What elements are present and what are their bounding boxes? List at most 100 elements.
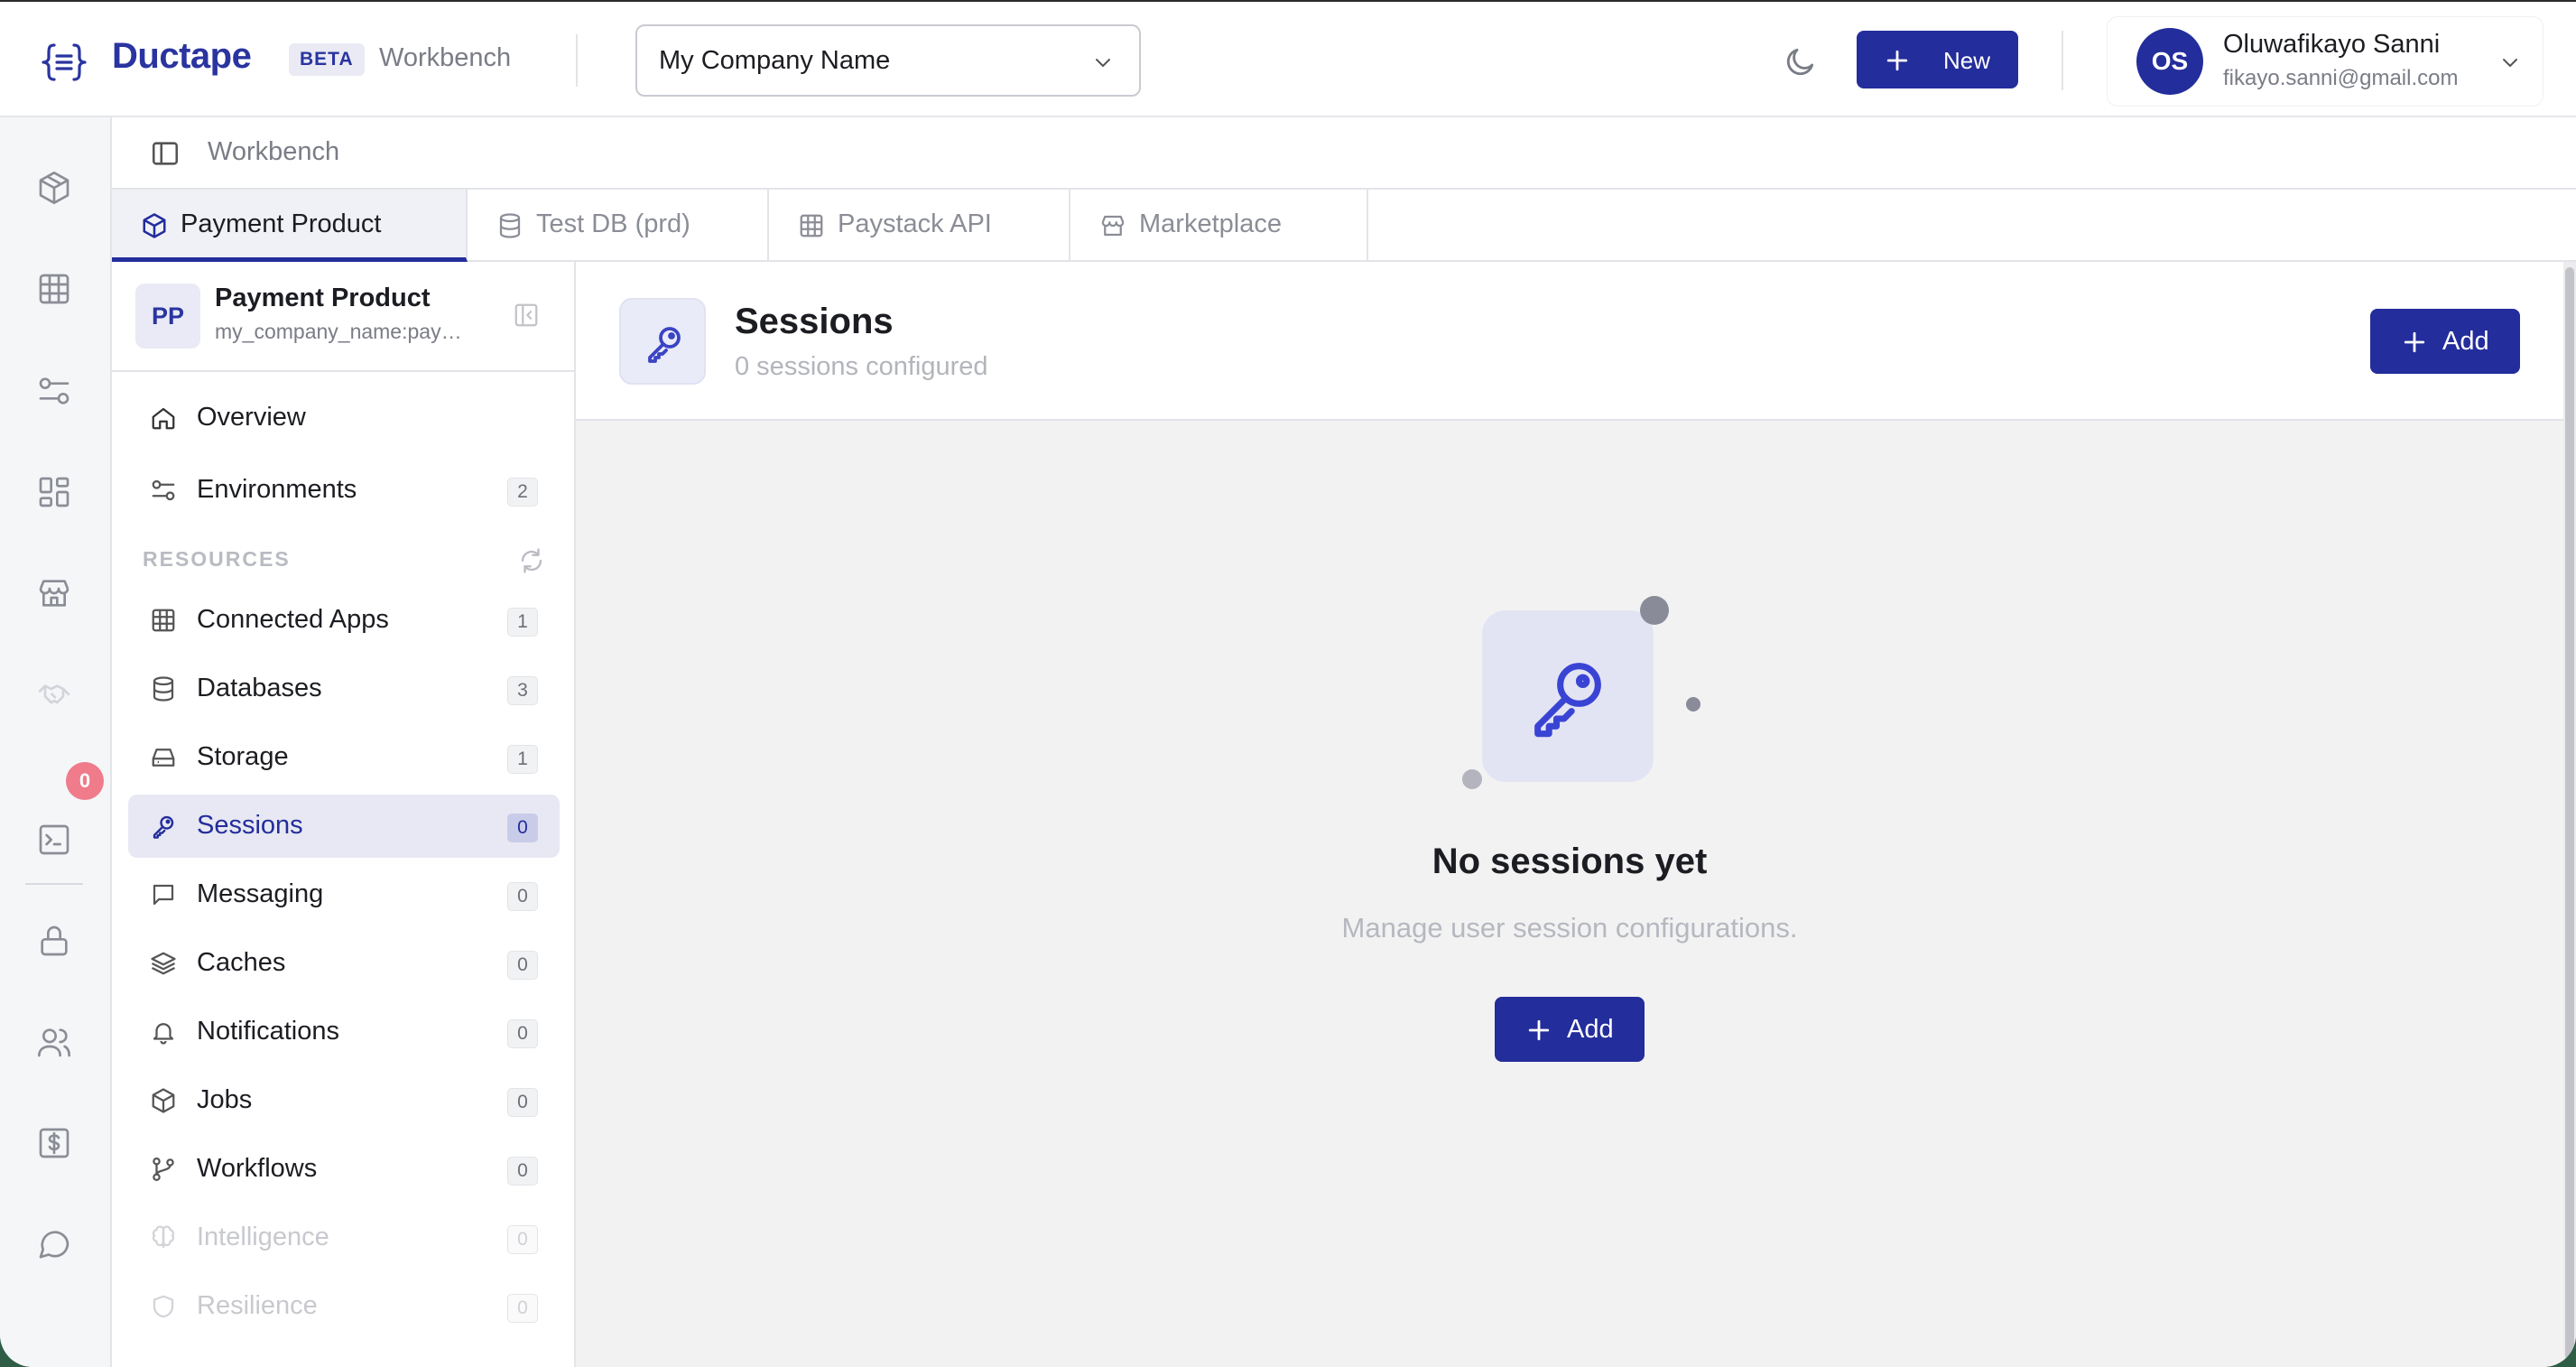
sidebar-item-intelligence: Intelligence 0 [128,1206,560,1269]
store-icon[interactable] [36,575,72,611]
product-sidebar: PP Payment Product my_company_name:payme… [112,262,576,1367]
sidebar-item-label: Workflows [197,1154,318,1183]
message-icon [153,884,174,906]
sidebar-item-label: Sessions [197,811,303,840]
git-branch-icon [153,1158,174,1181]
refresh-icon[interactable] [518,547,545,574]
tab-marketplace[interactable]: Marketplace [1070,190,1368,262]
sidebar-item-caches[interactable]: Caches 0 [128,932,560,995]
sidebar-toggle-icon[interactable] [150,138,181,169]
tab-label: Payment Product [181,209,382,238]
chat-icon[interactable] [36,1226,72,1262]
sidebar-item-messaging[interactable]: Messaging 0 [128,863,560,926]
breadcrumb-label[interactable]: Workbench [208,137,339,167]
resources-heading: RESOURCES [143,547,291,571]
tab-label: Test DB (prd) [536,209,690,238]
grid-icon[interactable] [36,271,72,307]
product-subtitle: my_company_name:payment_product [215,320,477,343]
beta-badge: BETA [289,43,365,76]
grid-icon [152,609,175,632]
users-icon[interactable] [36,1024,72,1060]
sidebar-item-label: Environments [197,475,357,504]
empty-state-title: No sessions yet [1432,842,1708,881]
page-header: Sessions 0 sessions configured Add [576,262,2563,421]
company-select[interactable]: My Company Name [635,24,1141,97]
key-icon [648,327,681,363]
icon-rail: 0 [0,117,112,1367]
sidebar-item-environments[interactable]: Environments 2 [128,459,560,522]
new-button[interactable]: New [1857,31,2018,88]
dashboard-icon[interactable] [36,474,72,510]
user-email: fikayo.sanni@gmail.com [2223,66,2459,90]
tab-payment-product[interactable]: Payment Product [112,190,468,262]
main-content: Sessions 0 sessions configured Add No se… [576,262,2563,1367]
tab-test-db[interactable]: Test DB (prd) [468,190,769,262]
sidebar-item-databases[interactable]: Databases 3 [128,657,560,721]
sidebar-item-label: Notifications [197,1017,339,1046]
handshake-icon[interactable] [36,675,72,711]
chevron-down-icon [1096,59,1110,67]
sessions-header-icon [619,298,706,385]
page-subtitle: 0 sessions configured [735,352,988,381]
scrollbar-thumb[interactable] [2565,267,2574,1360]
brain-icon [152,1225,175,1249]
user-menu[interactable]: OS Oluwafikayo Sanni fikayo.sanni@gmail.… [2107,16,2544,107]
cube-icon[interactable] [36,170,72,206]
cube-icon [143,213,166,238]
sidebar-item-label: Storage [197,742,289,771]
shield-icon [153,1295,174,1318]
grid-icon [800,214,823,237]
empty-state-add-button[interactable]: Add [1495,997,1645,1062]
add-session-button[interactable]: Add [2370,309,2520,374]
tab-label: Paystack API [838,209,992,238]
sliders-icon[interactable] [36,373,72,409]
add-button-label: Add [1567,1015,1614,1044]
sidebar-item-label: Jobs [197,1085,253,1114]
top-bar: Ductape BETA Workbench My Company Name N… [0,0,2576,117]
page-title: Sessions [735,302,894,341]
database-icon [153,676,174,702]
sidebar-item-label: Resilience [197,1291,318,1320]
moon-icon[interactable] [1784,44,1818,79]
store-icon [1101,215,1125,237]
company-select-value: My Company Name [659,46,891,75]
layers-icon [151,952,176,975]
cube-icon [152,1088,175,1113]
bell-icon [153,1023,174,1045]
plus-icon [1528,1019,1550,1041]
sidebar-item-jobs[interactable]: Jobs 0 [128,1069,560,1132]
count-badge: 0 [507,1294,538,1323]
sidebar-item-workflows[interactable]: Workflows 0 [128,1138,560,1201]
decorative-dot [1686,697,1700,711]
tab-paystack-api[interactable]: Paystack API [769,190,1070,262]
divider [576,34,578,87]
key-icon [153,815,174,839]
sidebar-item-storage[interactable]: Storage 1 [128,726,560,789]
sidebar-item-resilience: Resilience 0 [128,1275,560,1338]
divider [2062,31,2063,90]
sidebar-item-connected-apps[interactable]: Connected Apps 1 [128,589,560,652]
terminal-icon[interactable] [36,822,72,858]
count-badge: 1 [507,608,538,637]
billing-icon[interactable] [36,1125,72,1161]
decorative-dot [1462,769,1482,789]
sidebar-item-label: Overview [197,403,306,432]
empty-state-illustration [1482,610,1654,782]
brand-name[interactable]: Ductape [112,36,252,77]
sidebar-item-overview[interactable]: Overview [128,386,560,450]
lock-icon[interactable] [36,923,72,959]
count-badge: 0 [507,814,538,842]
sidebar-item-label: Databases [197,674,322,702]
sidebar-item-notifications[interactable]: Notifications 0 [128,1000,560,1064]
avatar: OS [2136,28,2203,95]
sidebar-item-label: Connected Apps [197,605,389,634]
storage-icon [152,749,175,767]
collapse-sidebar-icon[interactable] [513,302,540,329]
count-badge: 1 [507,745,538,774]
sidebar-item-sessions[interactable]: Sessions 0 [128,795,560,858]
count-badge: 3 [507,676,538,705]
app-window: Ductape BETA Workbench My Company Name N… [0,0,2576,1367]
plus-icon [1886,50,1908,71]
sidebar-item-label: Messaging [197,879,324,908]
add-button-label: Add [2442,327,2489,356]
